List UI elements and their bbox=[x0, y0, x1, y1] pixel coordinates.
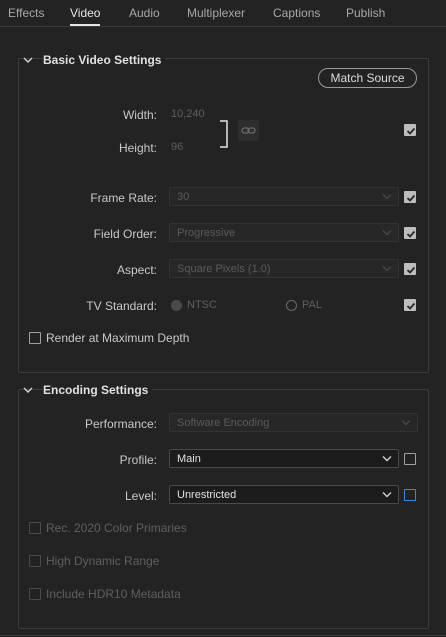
chevron-down-icon bbox=[382, 230, 392, 236]
tab-video[interactable]: Video bbox=[70, 6, 101, 26]
level-value: Unrestricted bbox=[177, 489, 237, 501]
basic-video-settings-title: Basic Video Settings bbox=[43, 53, 166, 67]
tab-multiplexer[interactable]: Multiplexer bbox=[187, 6, 245, 20]
hdr10-label: Include HDR10 Metadata bbox=[46, 587, 181, 601]
hdr-checkbox[interactable] bbox=[29, 555, 41, 567]
render-max-depth-checkbox[interactable] bbox=[29, 332, 41, 344]
match-frame-rate-checkbox[interactable] bbox=[404, 191, 416, 203]
match-aspect-checkbox[interactable] bbox=[404, 263, 416, 275]
profile-label: Profile: bbox=[119, 453, 157, 467]
performance-select[interactable]: Software Encoding bbox=[169, 413, 418, 432]
chevron-down-icon bbox=[382, 194, 392, 200]
level-select[interactable]: Unrestricted bbox=[169, 485, 399, 504]
render-max-depth-label: Render at Maximum Depth bbox=[46, 331, 190, 345]
dimension-bracket-icon bbox=[220, 120, 228, 148]
aspect-value: Square Pixels (1.0) bbox=[177, 263, 271, 275]
chevron-down-icon bbox=[382, 456, 392, 462]
chevron-down-icon bbox=[401, 420, 411, 426]
profile-select[interactable]: Main bbox=[169, 449, 399, 468]
performance-label: Performance: bbox=[84, 417, 157, 431]
frame-rate-value: 30 bbox=[177, 191, 190, 203]
field-order-select[interactable]: Progressive bbox=[169, 223, 399, 242]
aspect-select[interactable]: Square Pixels (1.0) bbox=[169, 259, 399, 278]
tab-effects[interactable]: Effects bbox=[8, 6, 44, 20]
profile-value: Main bbox=[177, 453, 201, 465]
match-source-button[interactable]: Match Source bbox=[318, 68, 417, 88]
chevron-down-icon bbox=[382, 266, 392, 272]
field-order-label: Field Order: bbox=[93, 227, 157, 241]
hdr10-checkbox[interactable] bbox=[29, 588, 41, 600]
chevron-down-icon bbox=[382, 492, 392, 498]
width-label: Width: bbox=[122, 108, 157, 122]
match-dimensions-checkbox[interactable] bbox=[404, 124, 416, 136]
pal-radio[interactable] bbox=[286, 300, 297, 311]
tab-publish[interactable]: Publish bbox=[346, 6, 385, 20]
field-order-value: Progressive bbox=[177, 227, 236, 239]
level-label: Level: bbox=[124, 489, 157, 503]
hdr-label: High Dynamic Range bbox=[46, 554, 160, 568]
height-value[interactable]: 96 bbox=[171, 141, 183, 153]
aspect-label: Aspect: bbox=[116, 263, 157, 277]
tab-captions[interactable]: Captions bbox=[273, 6, 320, 20]
tab-audio[interactable]: Audio bbox=[129, 6, 160, 20]
basic-video-settings-panel bbox=[18, 58, 429, 373]
tv-standard-label: TV Standard: bbox=[86, 299, 157, 313]
match-tv-standard-checkbox[interactable] bbox=[404, 299, 416, 311]
height-label: Height: bbox=[118, 141, 157, 155]
tab-bar: Effects Video Audio Multiplexer Captions… bbox=[0, 0, 446, 27]
match-level-checkbox[interactable] bbox=[404, 489, 416, 501]
width-value[interactable]: 10,240 bbox=[171, 108, 205, 120]
ntsc-label: NTSC bbox=[187, 299, 217, 311]
rec2020-label: Rec. 2020 Color Primaries bbox=[46, 521, 187, 535]
bottom-divider bbox=[0, 635, 446, 636]
rec2020-checkbox[interactable] bbox=[29, 522, 41, 534]
performance-value: Software Encoding bbox=[177, 417, 270, 429]
pal-label: PAL bbox=[302, 299, 322, 311]
chevron-down-icon[interactable] bbox=[22, 385, 34, 395]
frame-rate-select[interactable]: 30 bbox=[169, 187, 399, 206]
encoding-settings-title: Encoding Settings bbox=[43, 383, 153, 397]
match-field-order-checkbox[interactable] bbox=[404, 227, 416, 239]
ntsc-radio[interactable] bbox=[171, 300, 182, 311]
frame-rate-label: Frame Rate: bbox=[90, 191, 157, 205]
chevron-down-icon[interactable] bbox=[22, 55, 34, 65]
match-profile-checkbox[interactable] bbox=[404, 453, 416, 465]
chain-link-icon[interactable] bbox=[238, 120, 259, 141]
